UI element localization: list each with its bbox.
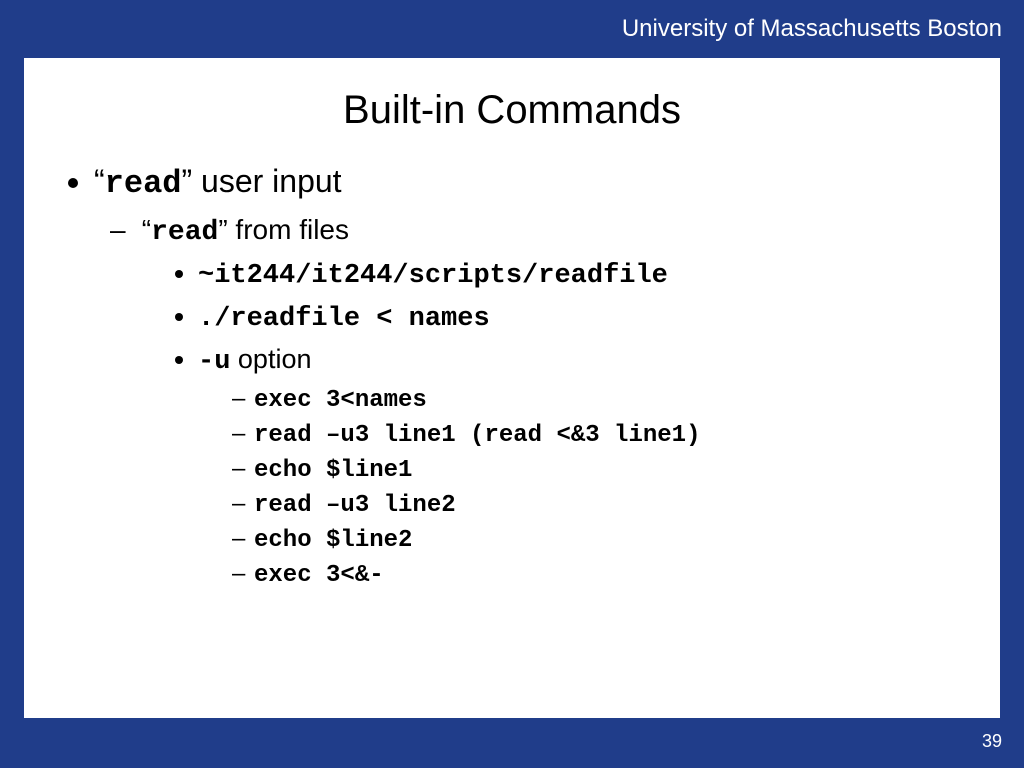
code-line: echo $line1 [254, 457, 412, 484]
code-line: exec 3<names [254, 387, 427, 414]
code-line: read –u3 line2 [254, 492, 456, 519]
quote-open: “ [94, 163, 105, 199]
sublist-level3: ~it244/it244/scripts/readfile ./readfile… [198, 258, 1000, 589]
bullet-level4: read –u3 line1 (read <&3 line1) [254, 420, 1000, 449]
bullet-text: from files [228, 214, 349, 245]
code-flag: -u [198, 347, 230, 377]
bullet-text: option [230, 344, 311, 374]
slide-header: University of Massachusetts Boston [0, 0, 1024, 58]
org-name: University of Massachusetts Boston [622, 15, 1002, 43]
code-line: echo $line2 [254, 527, 412, 554]
bullet-level1: “read” user input “read” from files ~it2… [94, 163, 1000, 589]
code-line: exec 3<&- [254, 562, 384, 589]
bullet-level4: echo $line2 [254, 525, 1000, 554]
slide-body: Built-in Commands “read” user input “rea… [24, 58, 1000, 718]
bullet-level3: ~it244/it244/scripts/readfile [198, 258, 1000, 291]
bullet-text: user input [192, 163, 341, 199]
bullet-level4: exec 3<&- [254, 560, 1000, 589]
bullet-level4: read –u3 line2 [254, 490, 1000, 519]
quote-open: “ [142, 214, 151, 245]
bullet-level4: echo $line1 [254, 455, 1000, 484]
cmd-read: read [105, 165, 182, 202]
code-line: ./readfile < names [198, 304, 490, 334]
bullet-level3: ./readfile < names [198, 301, 1000, 334]
slide-title: Built-in Commands [24, 88, 1000, 133]
bullet-level2: “read” from files ~it244/it244/scripts/r… [134, 214, 1000, 589]
cmd-read: read [151, 217, 218, 248]
quote-close: ” [218, 214, 227, 245]
code-line: read –u3 line1 (read <&3 line1) [254, 422, 700, 449]
quote-close: ” [181, 163, 192, 199]
page-number: 39 [982, 731, 1002, 752]
sublist-level4: exec 3<names read –u3 line1 (read <&3 li… [254, 385, 1000, 589]
bullet-list: “read” user input “read” from files ~it2… [94, 163, 1000, 589]
bullet-level4: exec 3<names [254, 385, 1000, 414]
code-line: ~it244/it244/scripts/readfile [198, 261, 668, 291]
sublist-level2: “read” from files ~it244/it244/scripts/r… [134, 214, 1000, 589]
bullet-level3: -u option exec 3<names read –u3 line1 (r… [198, 344, 1000, 589]
